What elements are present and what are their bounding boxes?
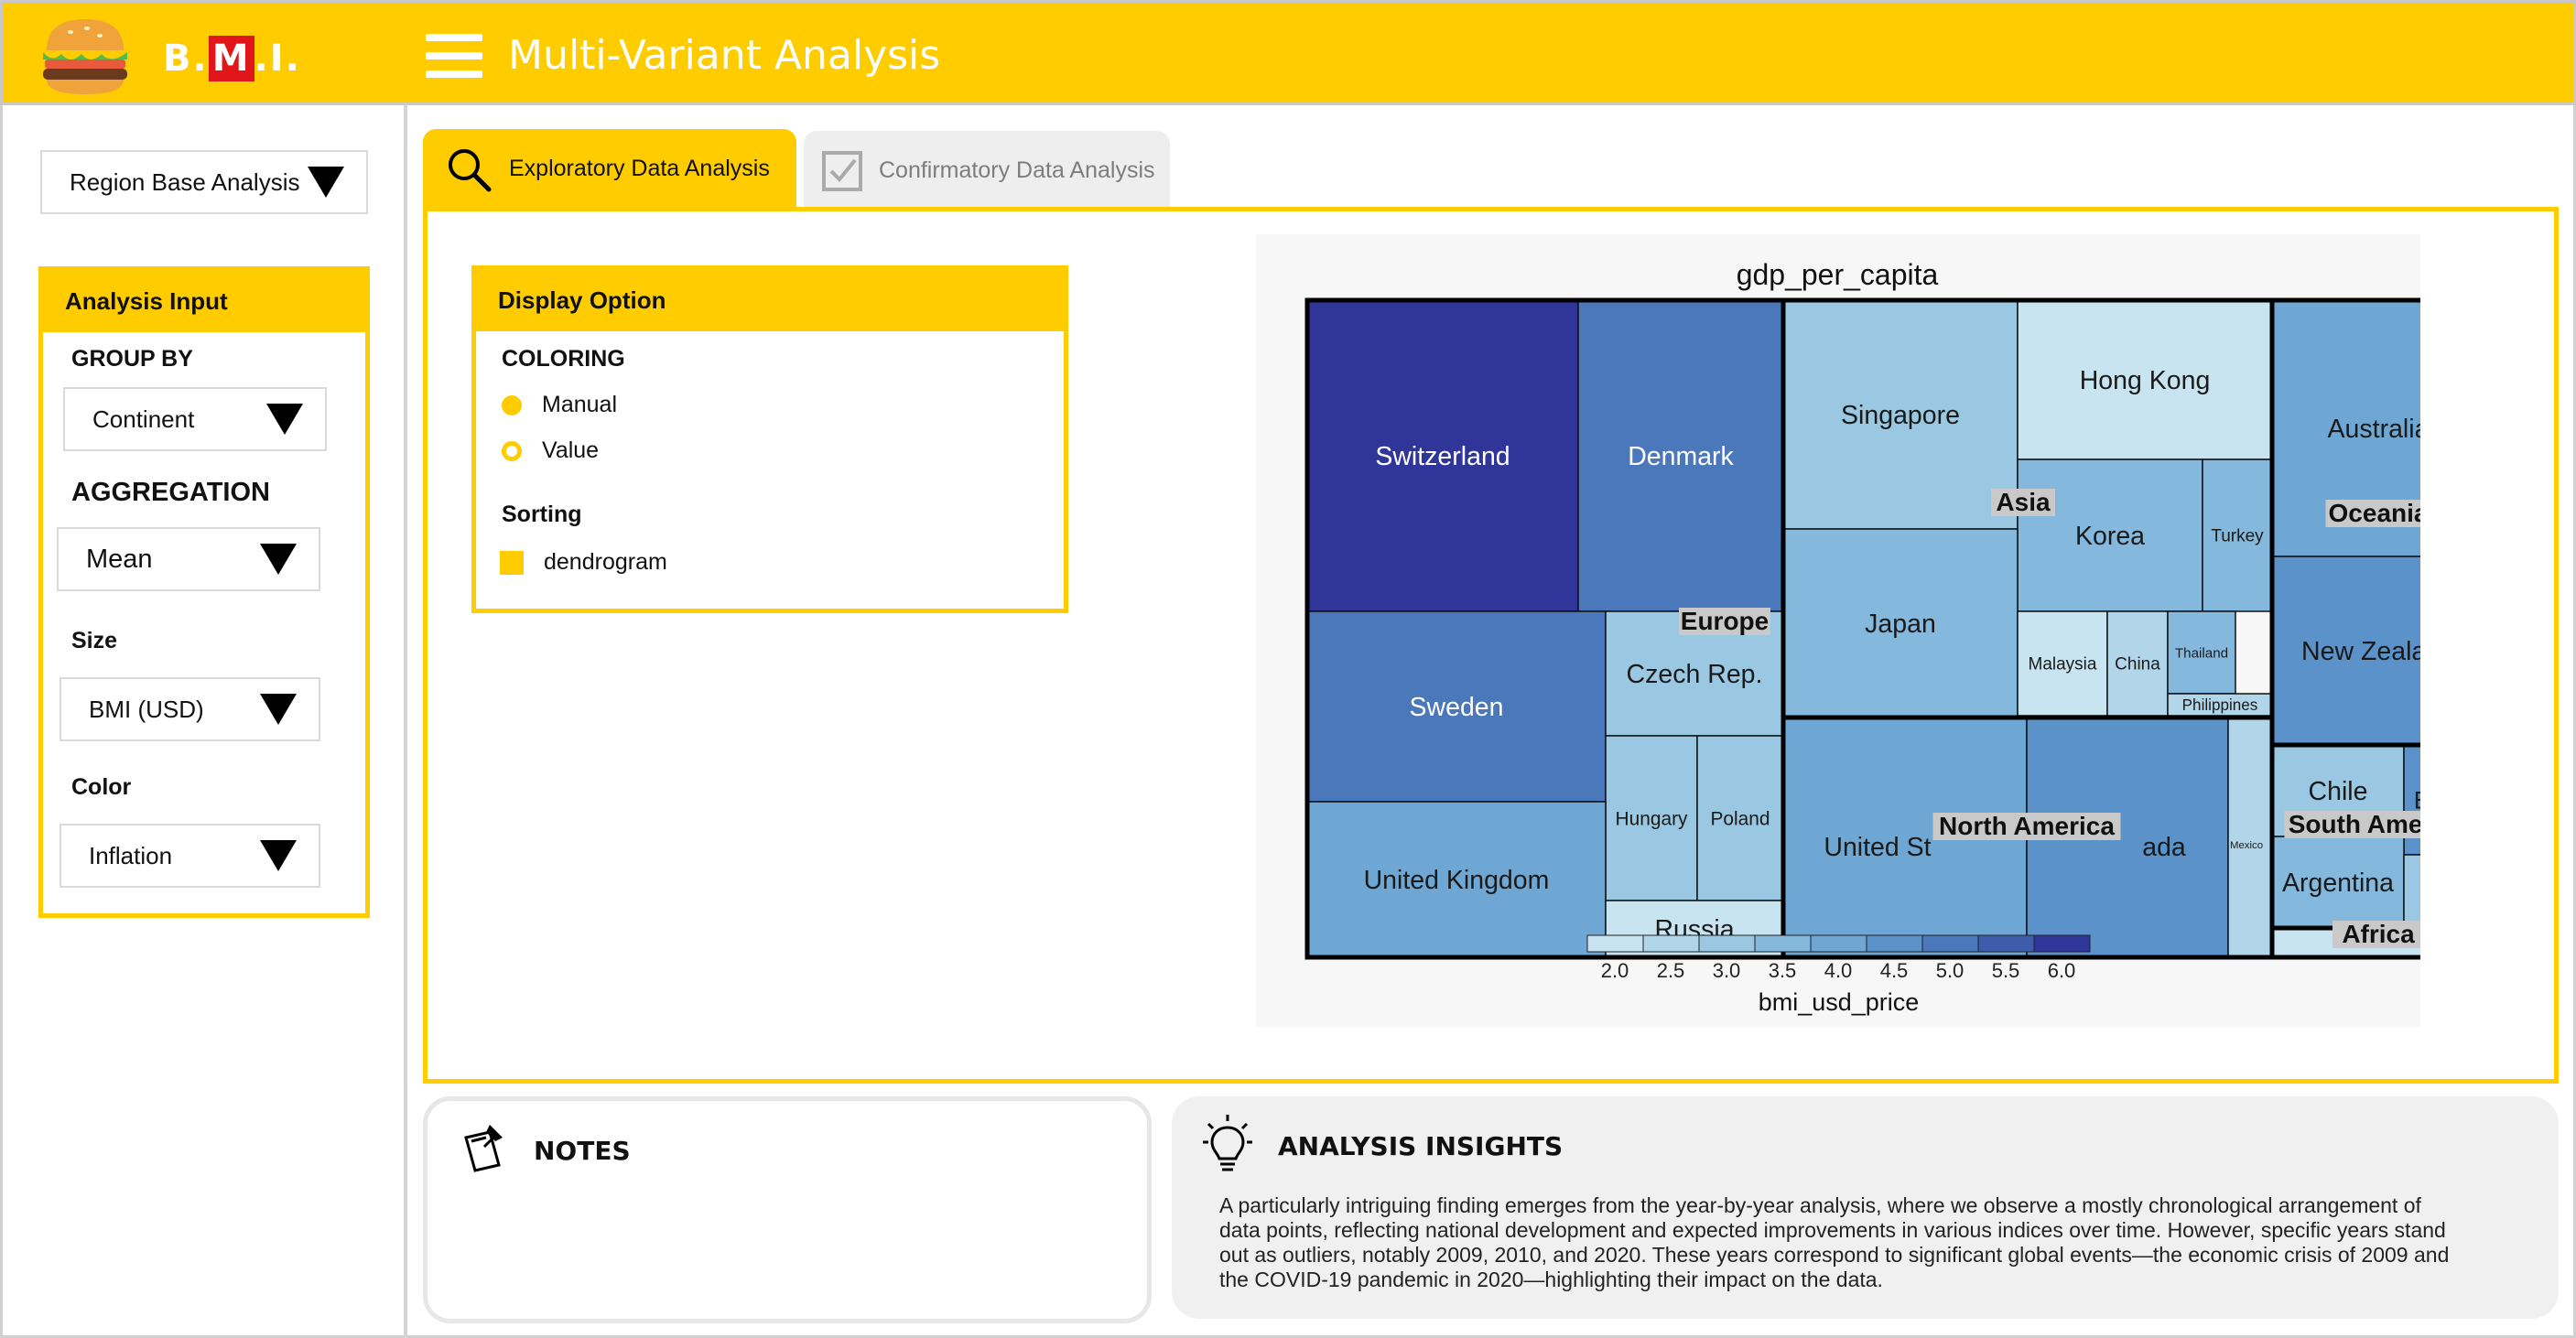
- treemap-cell-label: Sweden: [1410, 693, 1504, 722]
- treemap-cell-label: Hong Kong: [2080, 366, 2211, 395]
- treemap-cell-label: Denmark: [1628, 442, 1734, 471]
- legend-tick-label: 4.5: [1880, 959, 1909, 982]
- notes-card: NOTES: [423, 1096, 1152, 1323]
- treemap-cell-label: United St: [1824, 833, 1931, 862]
- treemap-cell-label: United Kingdom: [1364, 866, 1550, 895]
- coloring-label: COLORING: [502, 346, 625, 372]
- chevron-down-icon: [260, 544, 297, 575]
- treemap-cell-label: Peru: [2419, 878, 2420, 905]
- legend-swatch: [1866, 934, 1923, 953]
- color-select[interactable]: Inflation: [60, 824, 320, 888]
- legend-tick-label: 2.0: [1601, 959, 1629, 982]
- legend-tick-label: 4.0: [1824, 959, 1853, 982]
- treemap-cell-label: Switzerland: [1375, 442, 1510, 471]
- analysis-type-select[interactable]: Region Base Analysis: [40, 150, 368, 214]
- legend-swatch: [1977, 934, 2035, 953]
- radio-selected-icon: [502, 394, 522, 415]
- panel-title: Display Option: [476, 270, 1064, 331]
- legend-swatch: [1921, 934, 1979, 953]
- sorting-dendrogram-option[interactable]: dendrogram: [500, 549, 667, 576]
- brand-logo[interactable]: B. M .I.: [163, 36, 301, 81]
- treemap-cell-label: Mexico: [2230, 840, 2263, 851]
- treemap-cell-label: New Zealand: [2301, 637, 2420, 666]
- search-icon: [449, 148, 492, 191]
- treemap-cell-label: Korea: [2075, 522, 2145, 551]
- lightbulb-icon: [1203, 1115, 1252, 1171]
- group-label: South America: [2289, 810, 2420, 838]
- group-label: Africa: [2342, 920, 2415, 948]
- tab-label: Exploratory Data Analysis: [509, 156, 770, 181]
- legend-swatch: [2033, 934, 2091, 953]
- treemap-cell-label: China: [2115, 655, 2160, 674]
- legend-swatch: [1754, 934, 1812, 953]
- chevron-down-icon: [266, 404, 303, 435]
- legend-tick-label: 2.5: [1657, 959, 1685, 982]
- legend-tick-label: 5.5: [1992, 959, 2020, 982]
- treemap-cell-label: Chile: [2309, 777, 2368, 806]
- tab-exploratory[interactable]: Exploratory Data Analysis: [423, 129, 796, 209]
- coloring-value-radio[interactable]: Value: [502, 437, 599, 464]
- group-by-label: GROUP BY: [71, 346, 193, 372]
- chevron-down-icon: [260, 840, 297, 871]
- insights-title: ANALYSIS INSIGHTS: [1278, 1131, 1564, 1161]
- legend-tick-label: 5.0: [1936, 959, 1964, 982]
- radio-unselected-icon: [502, 440, 522, 461]
- treemap-cell-label: Czech Rep.: [1627, 660, 1763, 689]
- notes-title: NOTES: [534, 1136, 631, 1166]
- treemap-cell-label: Japan: [1865, 610, 1936, 639]
- treemap-cell-label: Philippines: [2182, 696, 2258, 714]
- legend-title: bmi_usd_price: [1759, 988, 1920, 1016]
- sorting-label: Sorting: [502, 502, 582, 527]
- top-header: B. M .I. Multi-Variant Analysis: [0, 0, 2576, 105]
- coloring-manual-radio[interactable]: Manual: [502, 392, 617, 418]
- aggregation-select[interactable]: Mean: [57, 527, 320, 591]
- tab-label: Confirmatory Data Analysis: [879, 157, 1155, 183]
- legend-tick-label: 6.0: [2048, 959, 2076, 982]
- tab-confirmatory[interactable]: Confirmatory Data Analysis: [804, 131, 1170, 210]
- treemap-cell-label: Thailand: [2175, 645, 2228, 661]
- treemap-cell-label: Argentina: [2282, 869, 2394, 898]
- analysis-insights-card: ANALYSIS INSIGHTS A particularly intrigu…: [1172, 1096, 2559, 1319]
- color-label: Color: [71, 774, 132, 800]
- aggregation-label: AGGREGATION: [71, 478, 270, 507]
- size-label: Size: [71, 628, 118, 653]
- burger-logo-icon: [43, 19, 127, 94]
- page-title: Multi-Variant Analysis: [508, 32, 941, 79]
- chevron-down-icon: [260, 694, 297, 725]
- group-label: Europe: [1681, 607, 1769, 635]
- insights-text: A particularly intriguing finding emerge…: [1219, 1193, 2450, 1291]
- pinned-note-icon: [464, 1125, 503, 1172]
- panel-title: Analysis Input: [43, 271, 365, 332]
- menu-icon[interactable]: [426, 34, 482, 78]
- treemap-cell-label: Hungary: [1616, 808, 1689, 829]
- treemap-chart: Switzerland Denmark Sweden Czech Rep. Hungar…: [1304, 258, 2420, 1016]
- chevron-down-icon: [308, 167, 344, 198]
- checkbox-checked-icon: [500, 550, 524, 575]
- group-label: North America: [1939, 812, 2115, 840]
- treemap-cell-label: Malaysia: [2029, 655, 2097, 674]
- group-by-select[interactable]: Continent: [63, 387, 327, 451]
- group-label: Oceania: [2329, 499, 2420, 527]
- treemap-cell[interactable]: [2227, 717, 2273, 958]
- group-label: Asia: [1996, 488, 2051, 516]
- legend-swatch: [1810, 934, 1867, 953]
- legend-tick-label: 3.5: [1769, 959, 1797, 982]
- chart-title: gdp_per_capita: [1737, 258, 1939, 291]
- size-select[interactable]: BMI (USD): [60, 677, 320, 741]
- legend-tick-label: 3.0: [1713, 959, 1741, 982]
- checkbox-icon: [822, 150, 862, 191]
- legend-swatch: [1642, 934, 1700, 953]
- treemap-cell-label: Turkey: [2211, 527, 2264, 546]
- treemap-cell-label: Singapore: [1841, 401, 1960, 430]
- legend-swatch: [1698, 934, 1756, 953]
- legend-swatch: [1586, 934, 1644, 953]
- treemap-cell-label: Poland: [1710, 808, 1770, 829]
- treemap-cell-label: ada: [2142, 833, 2186, 862]
- treemap-cell-label: Australia: [2328, 415, 2420, 444]
